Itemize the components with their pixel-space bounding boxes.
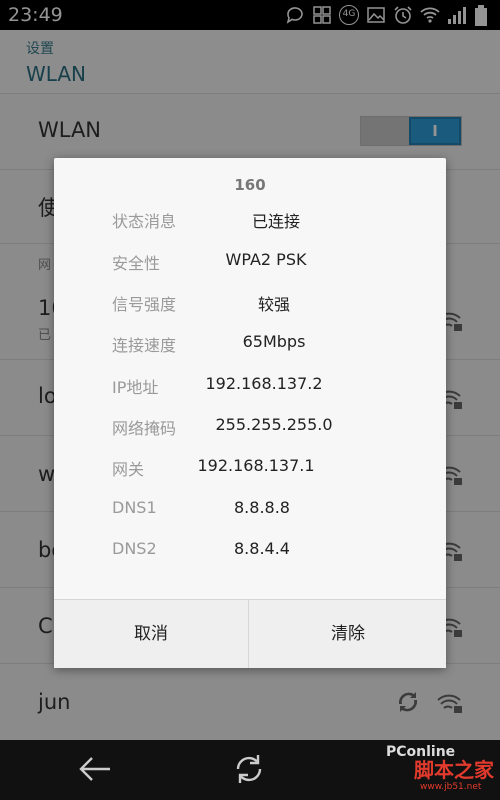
detail-value: 192.168.137.2: [205, 374, 323, 393]
detail-value: 8.8.8.8: [234, 498, 290, 517]
watermark-url: www.jb51.net: [420, 782, 482, 792]
dialog-buttons: 取消 清除: [54, 599, 446, 668]
detail-label: 安全性: [112, 254, 161, 273]
detail-row-speed: 连接速度 65Mbps: [54, 332, 446, 362]
detail-label: 信号强度: [112, 295, 177, 314]
detail-label: DNS1: [112, 498, 157, 517]
back-arrow-icon[interactable]: [78, 754, 112, 784]
clear-button[interactable]: 清除: [250, 600, 446, 668]
detail-row-gateway: 网关 192.168.137.1: [54, 456, 446, 486]
watermark-brand: 脚本之家: [414, 758, 494, 782]
network-details-dialog: 160 状态消息 已连接 安全性 WPA2 PSK 信号强度 较强 连接速度 6…: [54, 158, 446, 668]
detail-row-status: 状态消息 已连接: [54, 208, 446, 238]
detail-label: 连接速度: [112, 336, 177, 355]
cancel-button[interactable]: 取消: [54, 600, 249, 668]
dialog-title: 160: [234, 176, 266, 194]
detail-value: 192.168.137.1: [197, 456, 315, 475]
detail-label: 网络掩码: [112, 419, 177, 438]
detail-label: 网关: [112, 460, 145, 479]
detail-row-dns2: DNS2 8.8.4.4: [54, 539, 446, 569]
refresh-icon[interactable]: [232, 752, 266, 786]
detail-row-netmask: 网络掩码 255.255.255.0: [54, 415, 446, 445]
detail-value: 已连接: [251, 212, 300, 231]
detail-row-signal: 信号强度 较强: [54, 291, 446, 321]
detail-value: WPA2 PSK: [225, 250, 307, 269]
detail-row-security: 安全性 WPA2 PSK: [54, 250, 446, 280]
detail-value: 255.255.255.0: [215, 415, 333, 434]
detail-value: 较强: [257, 295, 290, 314]
detail-value: 8.8.4.4: [234, 539, 290, 558]
detail-label: DNS2: [112, 539, 157, 558]
detail-label: IP地址: [112, 378, 159, 397]
detail-value: 65Mbps: [242, 332, 306, 351]
detail-row-dns1: DNS1 8.8.8.8: [54, 498, 446, 528]
detail-label: 状态消息: [112, 212, 177, 231]
detail-row-ip: IP地址 192.168.137.2: [54, 374, 446, 404]
